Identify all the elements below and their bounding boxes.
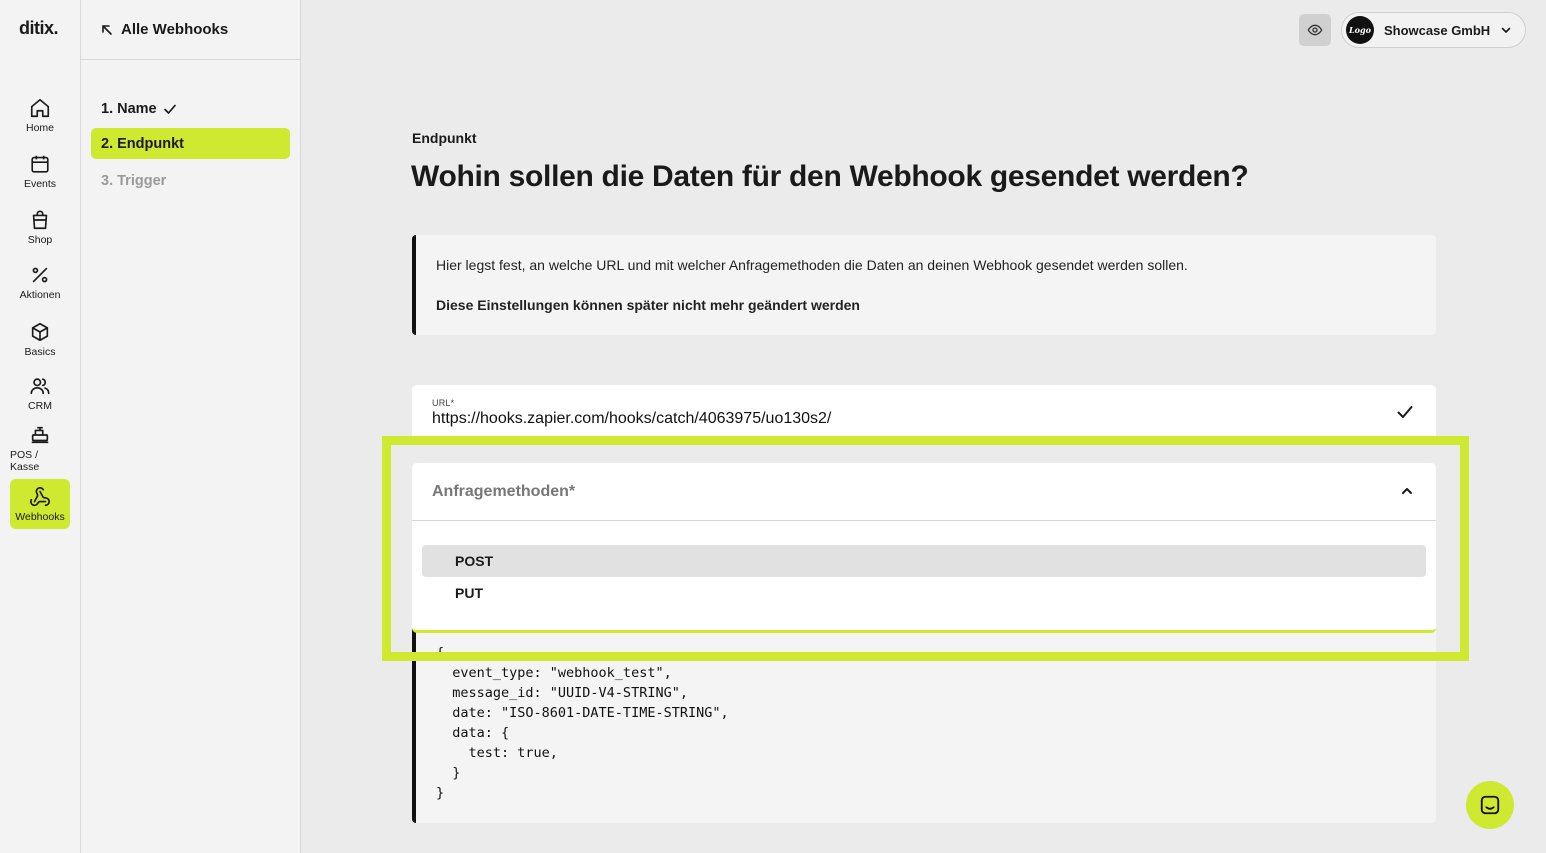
url-field[interactable]: URL* https://hooks.zapier.com/hooks/catc… xyxy=(412,385,1436,443)
step-label: 1. Name xyxy=(101,100,157,117)
url-field-label: URL* xyxy=(432,398,455,408)
step-label: 2. Endpunkt xyxy=(101,135,184,152)
nav-item-aktionen[interactable]: Aktionen xyxy=(10,257,70,307)
wizard-steps-sidebar: Alle Webhooks 1. Name 2. Endpunkt 3. Tri… xyxy=(81,0,301,853)
chat-icon xyxy=(1480,795,1500,815)
info-callout: Hier legst fest, an welche URL und mit w… xyxy=(412,235,1436,335)
info-note: Diese Einstellungen können später nicht … xyxy=(436,297,860,313)
nav-item-label: Shop xyxy=(27,233,53,246)
method-option-put[interactable]: PUT xyxy=(422,577,1426,609)
nav-item-basics[interactable]: Basics xyxy=(10,314,70,364)
calendar-icon xyxy=(31,155,49,173)
percent-icon xyxy=(32,267,48,282)
request-method-dropdown[interactable]: Anfragemethoden* POST PUT xyxy=(412,463,1436,633)
step-endpunkt[interactable]: 2. Endpunkt xyxy=(91,128,290,159)
step-label: 3. Trigger xyxy=(101,172,167,189)
method-option-post[interactable]: POST xyxy=(422,545,1426,577)
users-icon xyxy=(30,377,50,394)
nav-item-label: POS / Kasse xyxy=(10,448,40,473)
chevron-down-icon xyxy=(1501,27,1511,33)
nav-item-crm[interactable]: CRM xyxy=(10,368,70,418)
nav-item-label: Home xyxy=(25,121,54,134)
nav-item-pos-kasse[interactable]: POS / Kasse xyxy=(10,423,70,473)
check-icon xyxy=(163,104,176,114)
ditix-logo[interactable]: ditix. xyxy=(19,18,59,39)
preview-button[interactable] xyxy=(1299,14,1331,46)
url-field-value[interactable]: https://hooks.zapier.com/hooks/catch/406… xyxy=(432,410,1416,428)
section-kicker: Endpunkt xyxy=(412,130,477,146)
org-logo: Logo xyxy=(1346,16,1374,44)
page-title: Wohin sollen die Daten für den Webhook g… xyxy=(411,160,1249,193)
nav-item-home[interactable]: Home xyxy=(10,90,70,140)
cash-register-icon xyxy=(31,426,49,443)
valid-check-icon xyxy=(1397,406,1413,418)
org-name: Showcase GmbH xyxy=(1384,22,1491,38)
home-icon xyxy=(30,98,50,117)
back-label: Alle Webhooks xyxy=(121,21,229,38)
code-sample-text: { event_type: "webhook_test", message_id… xyxy=(436,645,729,801)
arrow-up-left-icon xyxy=(102,24,112,35)
eye-icon xyxy=(1307,24,1323,36)
nav-item-label: CRM xyxy=(28,399,52,412)
info-text: Hier legst fest, an welche URL und mit w… xyxy=(436,257,1188,273)
dropdown-label: Anfragemethoden* xyxy=(432,482,576,500)
nav-item-label: Webhooks xyxy=(15,510,65,523)
payload-code-sample: { event_type: "webhook_test", message_id… xyxy=(412,620,1436,823)
nav-item-label: Basics xyxy=(24,345,56,358)
step-name[interactable]: 1. Name xyxy=(91,93,290,124)
chevron-up-icon xyxy=(1402,488,1412,494)
nav-item-shop[interactable]: Shop xyxy=(10,202,70,252)
nav-item-label: Aktionen xyxy=(19,288,61,301)
cube-icon xyxy=(31,322,49,341)
main-nav-rail: ditix. Home Events Shop Aktionen Basics … xyxy=(0,0,81,853)
back-to-all-webhooks-link[interactable]: Alle Webhooks xyxy=(81,0,300,60)
step-trigger[interactable]: 3. Trigger xyxy=(91,165,290,196)
shopping-bag-icon xyxy=(32,210,48,229)
nav-item-label: Events xyxy=(23,177,57,190)
chat-launcher-button[interactable] xyxy=(1466,781,1514,829)
dropdown-header[interactable]: Anfragemethoden* xyxy=(412,463,1436,521)
nav-item-events[interactable]: Events xyxy=(10,146,70,196)
nav-item-webhooks[interactable]: Webhooks xyxy=(10,479,70,529)
organization-switcher[interactable]: Logo Showcase GmbH xyxy=(1341,12,1526,48)
webhook-icon xyxy=(30,486,50,506)
